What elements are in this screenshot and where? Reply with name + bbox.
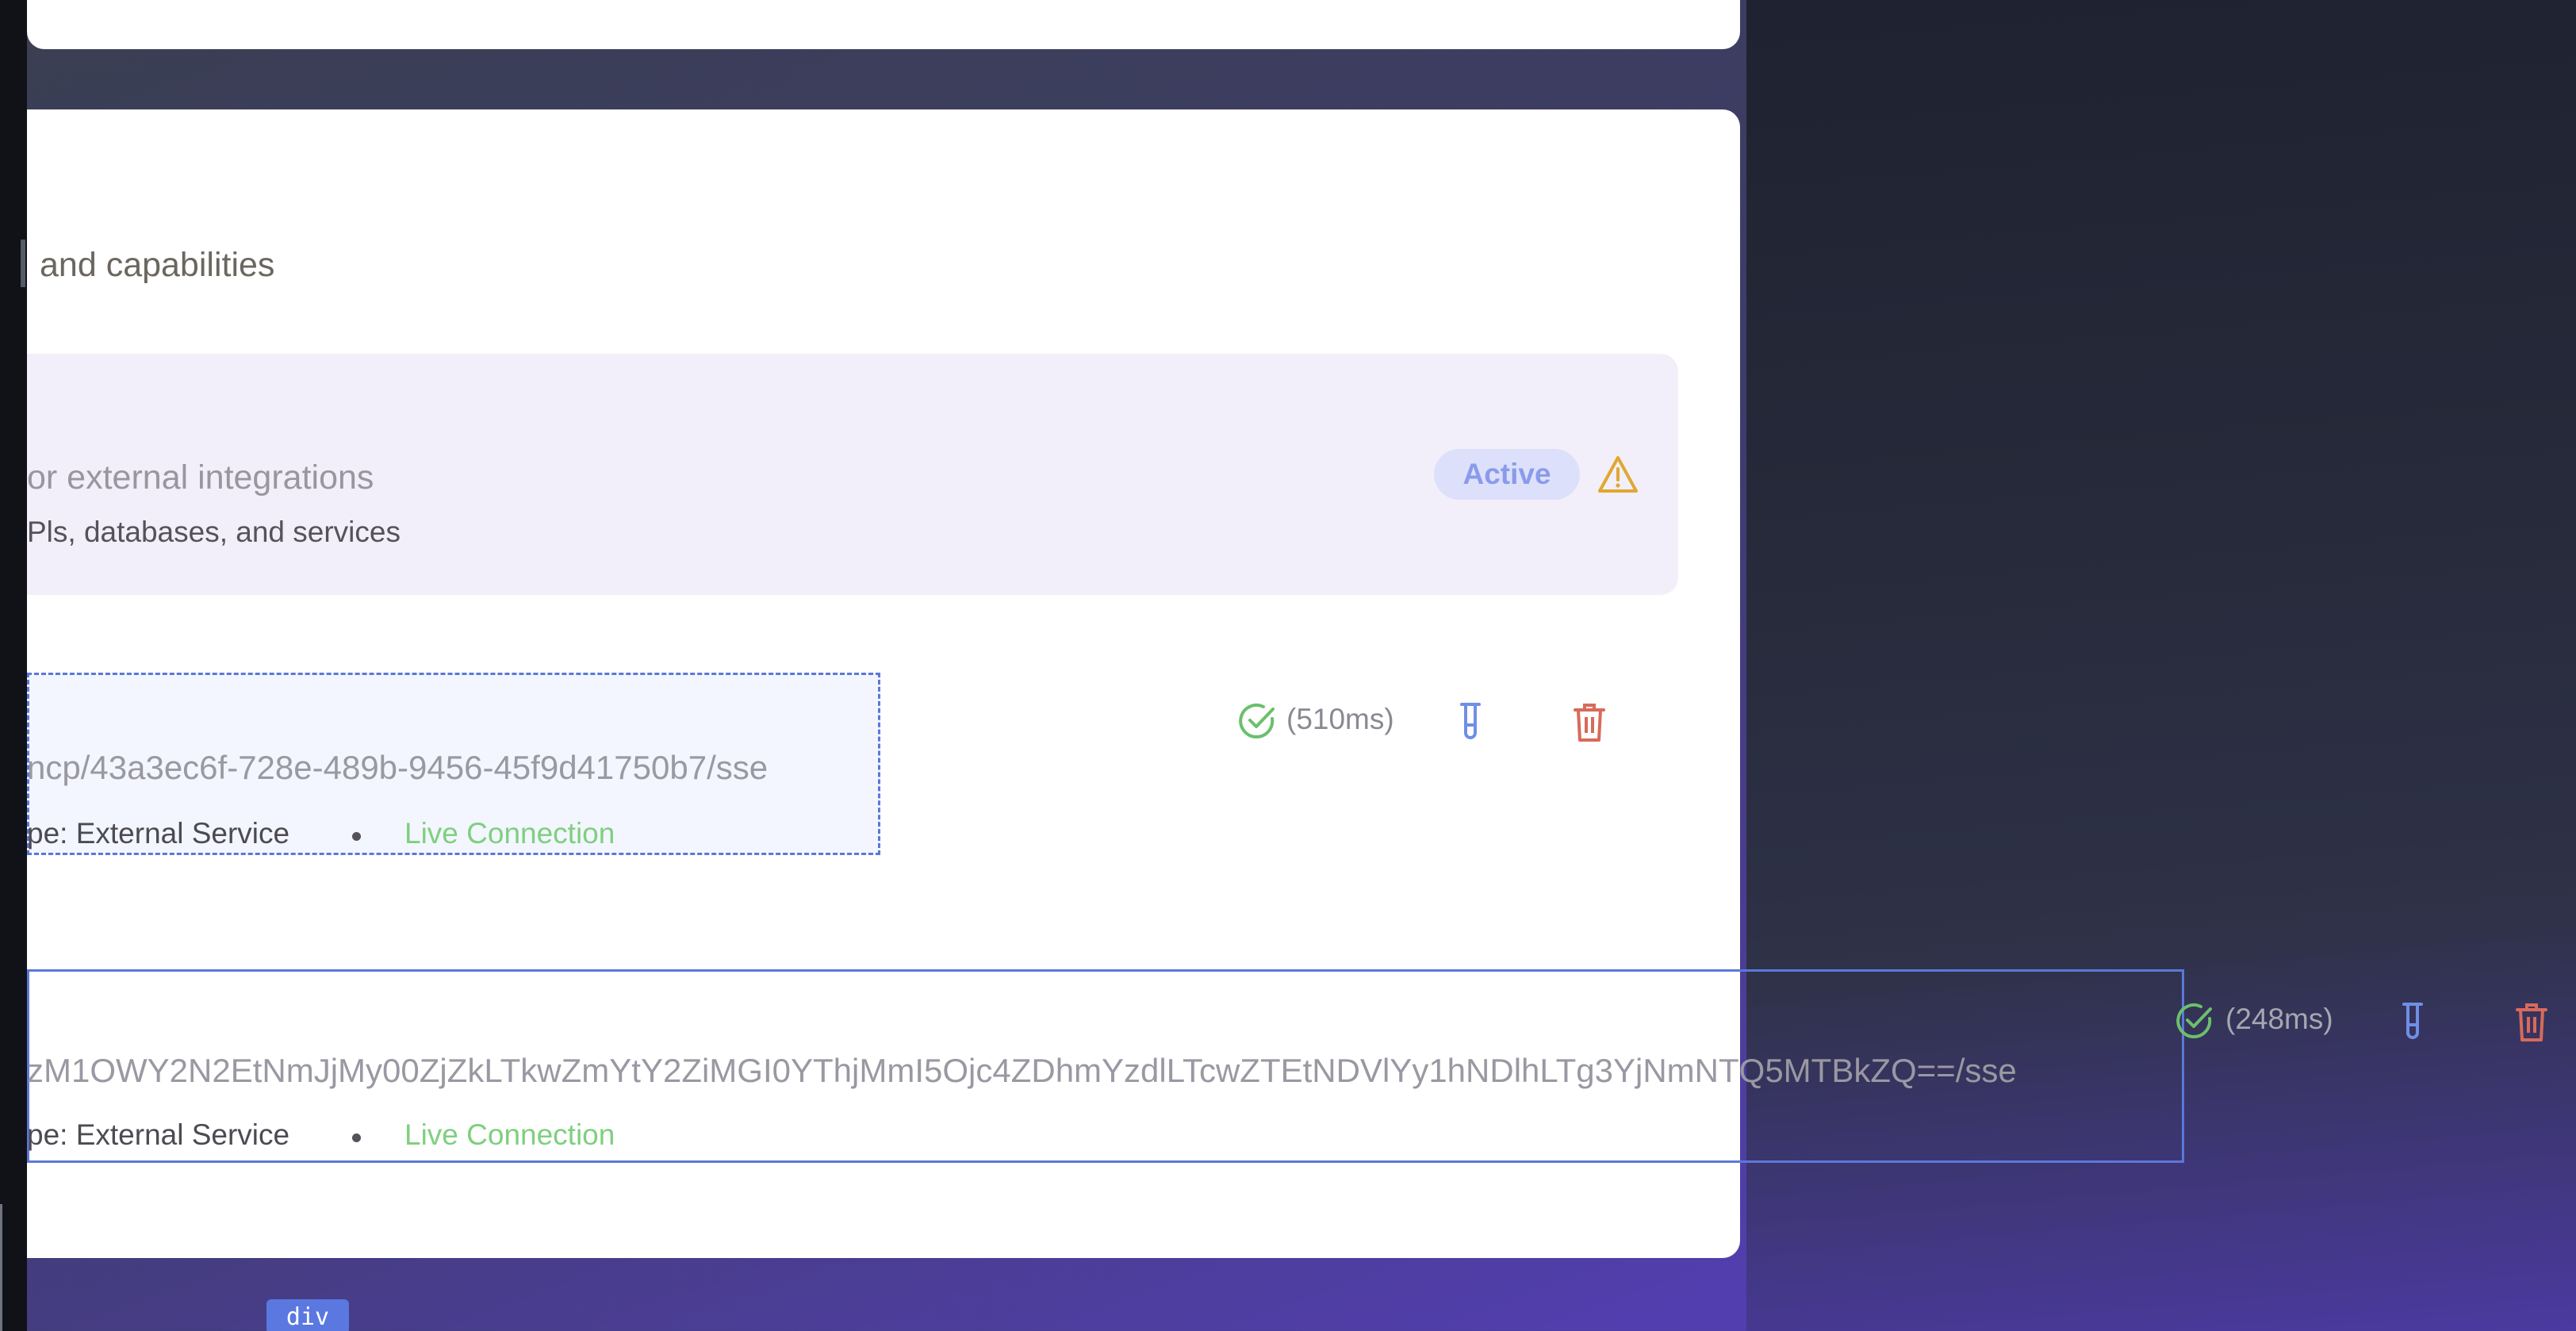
test-tube-icon[interactable] bbox=[2397, 1001, 2428, 1041]
trash-icon[interactable] bbox=[1574, 703, 1605, 742]
left-sidebar-strip bbox=[0, 0, 27, 1331]
separator-dot bbox=[352, 832, 361, 841]
connection-type: pe: External Service bbox=[27, 1118, 290, 1151]
previous-section-card bbox=[27, 0, 1740, 49]
test-tube-icon[interactable] bbox=[1455, 701, 1486, 741]
status-badge: Active bbox=[1434, 449, 1580, 500]
connection-url: zM1OWY2N2EtNmJjMy00ZjZkLTkwZmYtY2ZiMGI0Y… bbox=[27, 1052, 2017, 1089]
section-subtitle: and capabilities bbox=[40, 246, 275, 284]
element-tag-tooltip: div bbox=[266, 1299, 349, 1331]
latency-label: (248ms) bbox=[2225, 1003, 2333, 1035]
edge-marker bbox=[0, 1204, 2, 1331]
separator-dot bbox=[352, 1133, 361, 1142]
live-connection-label: Live Connection bbox=[404, 817, 615, 850]
check-circle-icon bbox=[1239, 704, 1275, 738]
connection-type: pe: External Service bbox=[27, 817, 290, 850]
check-circle-icon bbox=[2176, 1003, 2212, 1038]
latency-label: (510ms) bbox=[1286, 703, 1394, 735]
connection-url: ncp/43a3ec6f-728e-489b-9456-45f9d41750b7… bbox=[27, 749, 769, 786]
live-connection-label: Live Connection bbox=[404, 1118, 615, 1151]
trash-icon[interactable] bbox=[2516, 1003, 2547, 1042]
warning-triangle-icon[interactable] bbox=[1597, 455, 1639, 494]
scroll-marker bbox=[21, 240, 25, 287]
server-subdescription: Pls, databases, and services bbox=[27, 516, 401, 548]
server-description: or external integrations bbox=[27, 458, 374, 497]
